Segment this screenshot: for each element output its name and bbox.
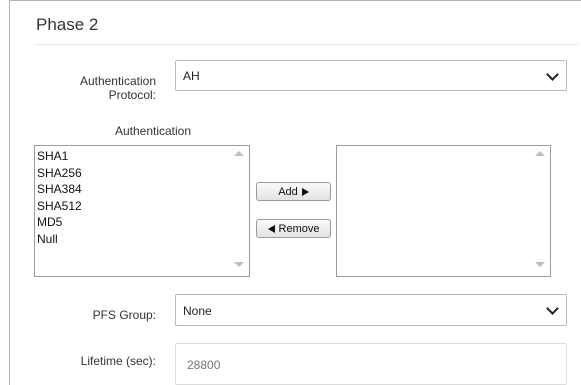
list-item[interactable]: SHA1 — [37, 148, 82, 165]
scroll-down-arrow-icon[interactable] — [234, 262, 244, 267]
lifetime-label: Lifetime (sec): — [80, 354, 156, 368]
auth-protocol-value: AH — [183, 69, 200, 83]
triangle-left-icon — [267, 224, 275, 233]
chevron-down-icon — [546, 302, 559, 315]
triangle-right-icon — [301, 187, 309, 196]
list-item[interactable]: SHA256 — [37, 165, 82, 182]
remove-button-label: Remove — [278, 222, 320, 235]
available-auth-listbox[interactable]: SHA1 SHA256 SHA384 SHA512 MD5 Null — [34, 145, 250, 277]
scroll-up-arrow-icon[interactable] — [234, 151, 244, 156]
scroll-down-arrow-icon[interactable] — [535, 262, 545, 267]
authentication-heading: Authentication — [114, 124, 192, 138]
available-auth-list: SHA1 SHA256 SHA384 SHA512 MD5 Null — [37, 148, 82, 247]
chevron-down-icon — [546, 68, 559, 81]
list-item[interactable]: SHA512 — [37, 198, 82, 215]
list-item[interactable]: Null — [37, 231, 82, 248]
section-divider — [36, 44, 578, 45]
auth-protocol-label: Authentication Protocol: — [79, 74, 156, 102]
add-button[interactable]: Add — [256, 182, 331, 201]
add-button-label: Add — [278, 185, 298, 198]
pfs-group-value: None — [183, 304, 212, 318]
lifetime-value: 28800 — [187, 358, 221, 372]
scroll-up-arrow-icon[interactable] — [535, 151, 545, 156]
selected-auth-listbox[interactable] — [336, 145, 551, 277]
auth-protocol-select[interactable]: AH — [175, 60, 567, 91]
section-title: Phase 2 — [36, 15, 99, 34]
list-item[interactable]: MD5 — [37, 214, 82, 231]
remove-button[interactable]: Remove — [256, 219, 331, 238]
pfs-group-select[interactable]: None — [175, 294, 567, 326]
lifetime-input[interactable]: 28800 — [175, 343, 567, 385]
list-item[interactable]: SHA384 — [37, 181, 82, 198]
pfs-group-label: PFS Group: — [92, 308, 156, 322]
